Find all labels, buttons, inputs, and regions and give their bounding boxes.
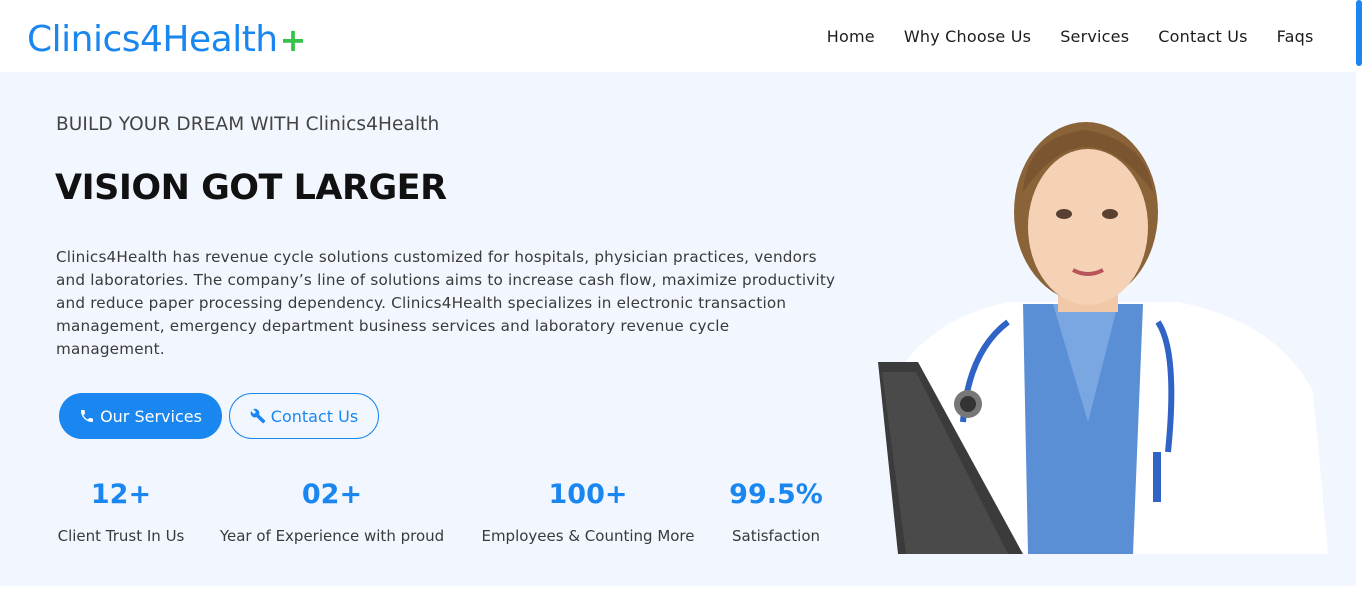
stat-label: Client Trust In Us: [57, 527, 185, 545]
stat-label: Employees & Counting More: [481, 527, 695, 545]
our-services-button[interactable]: Our Services: [59, 393, 222, 439]
stat-label: Year of Experience with proud: [219, 527, 445, 545]
contact-us-button[interactable]: Contact Us: [229, 393, 379, 439]
nav-why-choose-us[interactable]: Why Choose Us: [889, 24, 1045, 50]
our-services-label: Our Services: [100, 406, 202, 426]
logo-text: Clinics4Health: [27, 19, 278, 60]
stat-value: 100+: [548, 479, 628, 510]
hero-subtitle: BUILD YOUR DREAM WITH Clinics4Health: [56, 114, 440, 135]
stat-value: 02+: [301, 479, 363, 510]
scrollbar-thumb[interactable]: [1356, 0, 1362, 66]
logo-plus: +: [279, 21, 307, 59]
phone-icon: [81, 410, 94, 422]
hero-section: BUILD YOUR DREAM WITH Clinics4Health VIS…: [0, 72, 1356, 586]
site-logo[interactable]: Clinics4Health+: [27, 17, 306, 63]
stat-value: 99.5%: [729, 479, 823, 510]
stat-satisfaction: 99.5% Satisfaction: [724, 475, 828, 545]
contact-us-label: Contact Us: [270, 406, 359, 426]
stat-value: 12+: [90, 479, 152, 510]
nav-home[interactable]: Home: [812, 24, 889, 50]
stat-label: Satisfaction: [731, 527, 821, 545]
hero-description: Clinics4Health has revenue cycle solutio…: [56, 248, 836, 358]
tools-icon: [250, 408, 266, 424]
main-nav: Home Why Choose Us Services Contact Us F…: [812, 24, 1328, 50]
nav-contact-us[interactable]: Contact Us: [1144, 24, 1262, 50]
navbar: Clinics4Health+ Home Why Choose Us Servi…: [0, 0, 1364, 72]
stat-employees: 100+ Employees & Counting More: [474, 475, 702, 545]
doctor-photo: [858, 92, 1328, 554]
stat-clients: 12+ Client Trust In Us: [52, 475, 190, 545]
stat-experience: 02+ Year of Experience with proud: [212, 475, 452, 545]
nav-services[interactable]: Services: [1046, 24, 1144, 50]
nav-faqs[interactable]: Faqs: [1262, 24, 1328, 50]
hero-title: VISION GOT LARGER: [55, 168, 447, 208]
